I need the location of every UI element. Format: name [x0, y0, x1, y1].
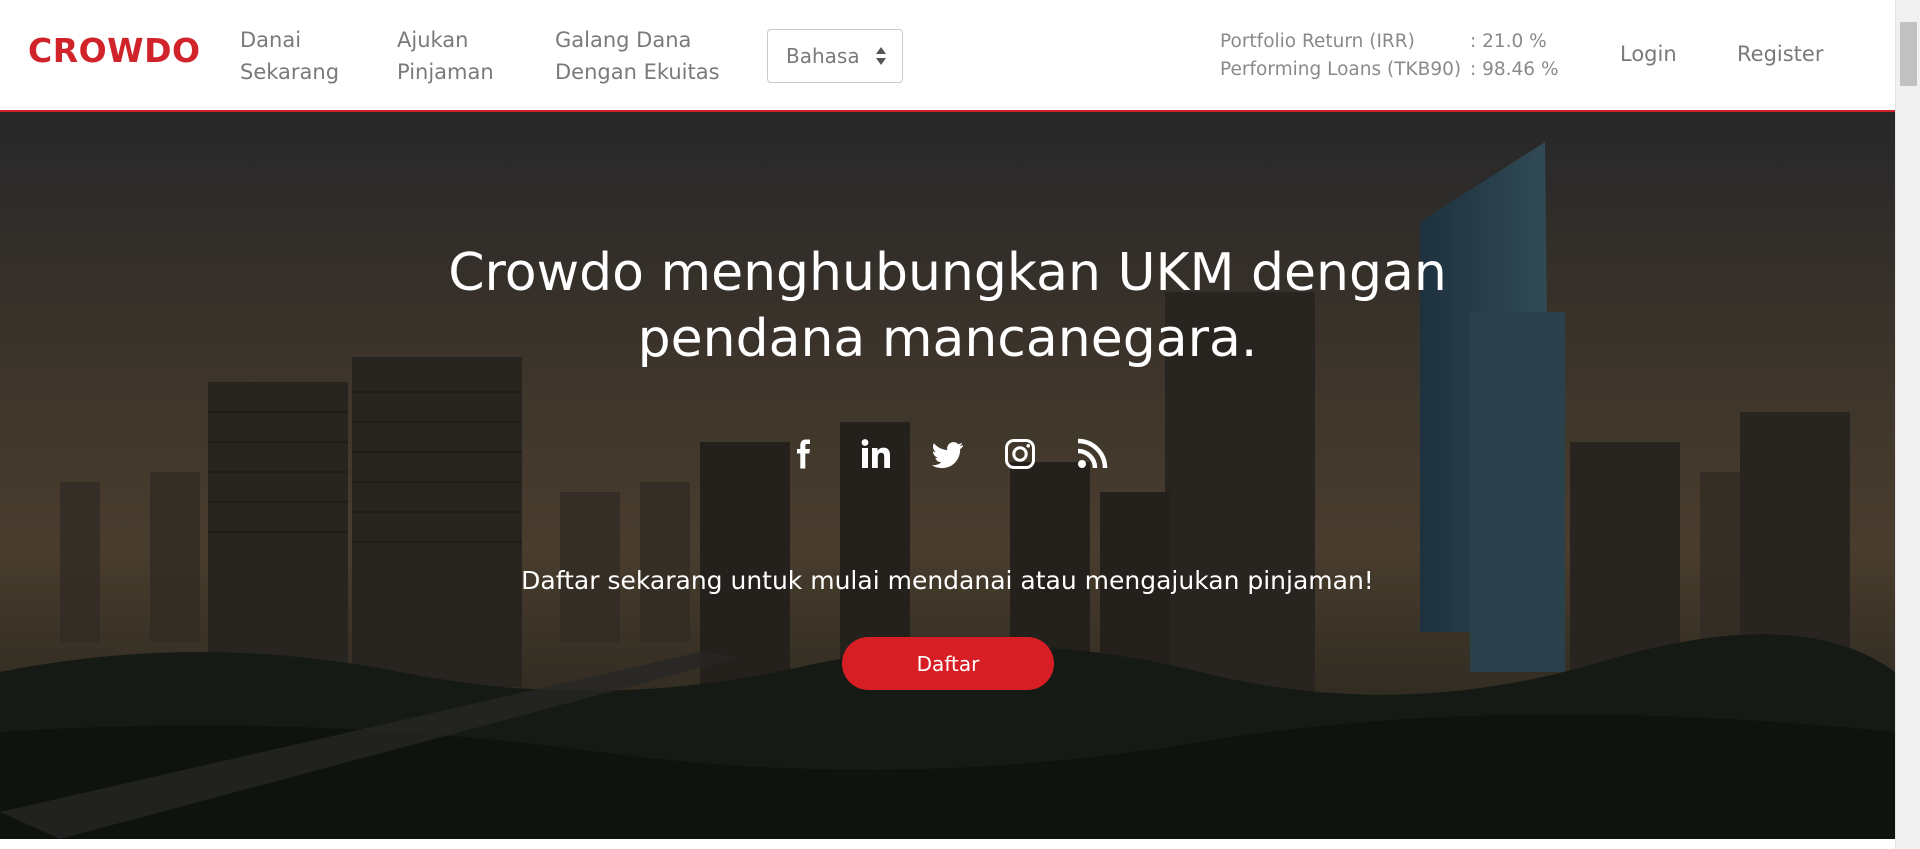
- nav-galang-line1: Galang Dana: [555, 28, 692, 52]
- stat-irr: Portfolio Return (IRR) : 21.0 %: [1220, 28, 1559, 56]
- stat-tkb90-label: Performing Loans (TKB90): [1220, 59, 1462, 80]
- stat-irr-label: Portfolio Return (IRR): [1220, 31, 1415, 52]
- stat-tkb90-value: : 98.46 %: [1470, 59, 1559, 80]
- facebook-icon[interactable]: [788, 438, 820, 470]
- nav-danai-line2: Sekarang: [240, 60, 340, 84]
- nav-ajukan-line2: Pinjaman: [397, 60, 494, 84]
- scrollbar-thumb[interactable]: [1900, 22, 1917, 86]
- crowdo-logo[interactable]: CROWDO: [28, 34, 201, 67]
- daftar-button[interactable]: Daftar: [842, 637, 1054, 690]
- social-links: [0, 438, 1895, 470]
- hero-subtitle: Daftar sekarang untuk mulai mendanai ata…: [521, 566, 1374, 595]
- nav-ajukan-pinjaman[interactable]: Ajukan Pinjaman: [397, 24, 567, 88]
- rss-icon[interactable]: [1076, 438, 1108, 470]
- vertical-scrollbar[interactable]: [1895, 0, 1920, 849]
- language-select[interactable]: Bahasa: [767, 29, 903, 83]
- register-link[interactable]: Register: [1737, 42, 1823, 66]
- hero-title-line2: pendana mancanegara.: [637, 309, 1258, 369]
- page-bottom-edge: [0, 839, 1895, 849]
- stat-irr-value: : 21.0 %: [1470, 31, 1547, 52]
- hero-section: Crowdo menghubungkan UKM dengan pendana …: [0, 112, 1895, 839]
- stat-tkb90: Performing Loans (TKB90) : 98.46 %: [1220, 56, 1559, 84]
- login-link[interactable]: Login: [1620, 42, 1677, 66]
- nav-galang-line2: Dengan Ekuitas: [555, 60, 720, 84]
- sort-caret-icon: [876, 47, 886, 65]
- stats-panel: Portfolio Return (IRR) : 21.0 % Performi…: [1220, 28, 1559, 84]
- language-select-value: Bahasa: [786, 44, 860, 68]
- nav-danai-sekarang[interactable]: Danai Sekarang: [240, 24, 410, 88]
- nav-galang-dana[interactable]: Galang Dana Dengan Ekuitas: [555, 24, 725, 88]
- linkedin-icon[interactable]: [860, 438, 892, 470]
- hero-title: Crowdo menghubungkan UKM dengan pendana …: [0, 240, 1895, 372]
- nav-ajukan-line1: Ajukan: [397, 28, 469, 52]
- site-header: CROWDO Danai Sekarang Ajukan Pinjaman Ga…: [0, 0, 1895, 112]
- hero-overlay: [0, 112, 1895, 839]
- nav-danai-line1: Danai: [240, 28, 302, 52]
- page: CROWDO Danai Sekarang Ajukan Pinjaman Ga…: [0, 0, 1920, 849]
- hero-title-line1: Crowdo menghubungkan UKM dengan: [448, 243, 1447, 303]
- instagram-icon[interactable]: [1004, 438, 1036, 470]
- twitter-icon[interactable]: [931, 438, 964, 470]
